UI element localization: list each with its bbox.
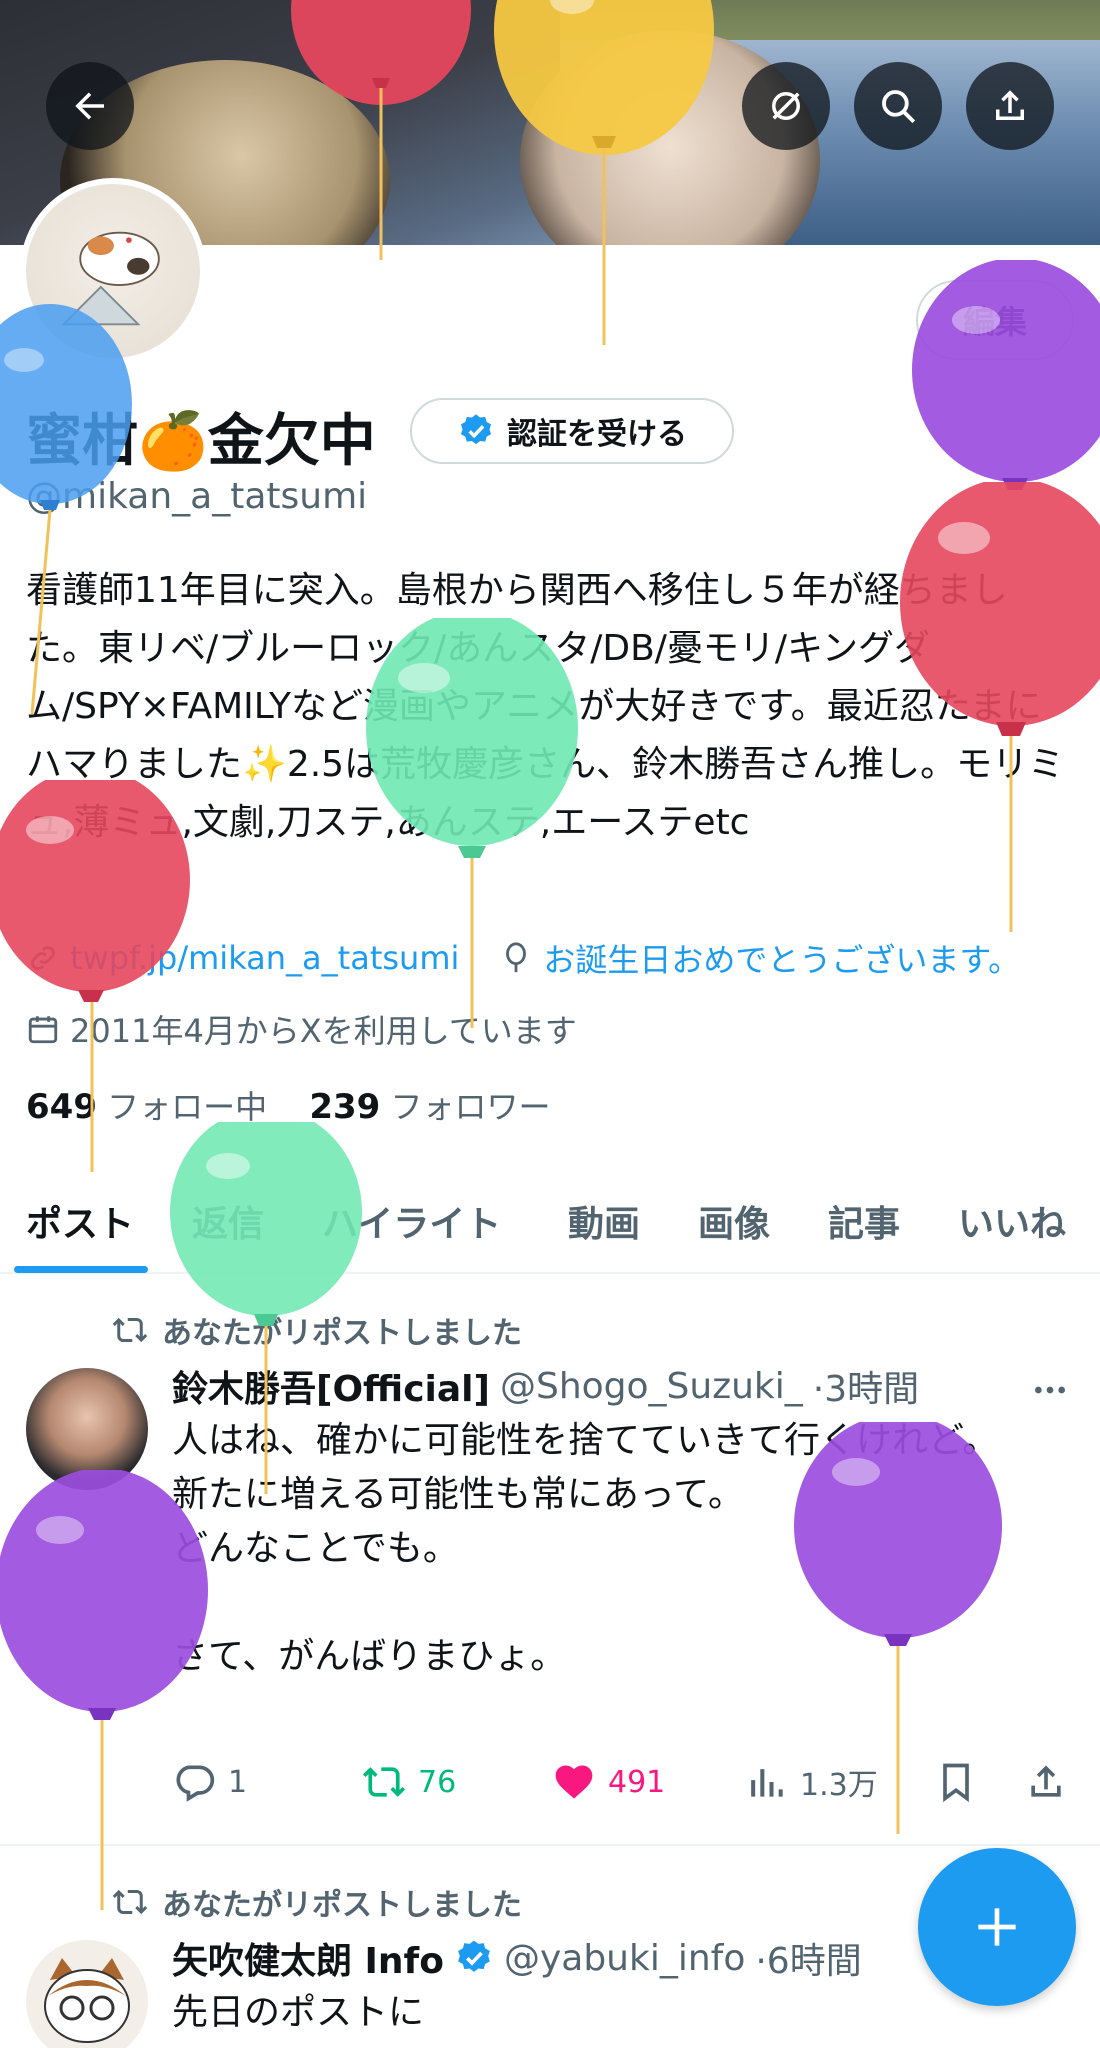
post-actions: 1 76 491 1.3万 — [172, 1752, 1076, 1812]
repost-icon — [362, 1767, 406, 1797]
profile-meta-links: twpf.jp/mikan_a_tatsumi お誕生日おめでとうございます。 — [26, 935, 1020, 981]
profile-handle: @mikan_a_tatsumi — [26, 476, 368, 517]
edit-profile-button[interactable]: 編集 — [916, 280, 1074, 360]
repost-label: あなたがリポストしました — [162, 1316, 522, 1351]
repost-icon — [112, 1317, 148, 1343]
cat-illustration-icon — [61, 231, 160, 326]
get-verified-label: 認証を受ける — [507, 417, 687, 452]
repost-indicator: あなたがリポストしました — [112, 1880, 522, 1924]
tab-videos[interactable]: 動画 — [568, 1169, 640, 1273]
joined-date: 2011年4月からXを利用しています — [70, 1012, 577, 1050]
share-post-button[interactable] — [1024, 1760, 1068, 1804]
like-count: 491 — [608, 1764, 666, 1800]
reply-icon — [176, 1765, 215, 1802]
profile-avatar[interactable] — [20, 178, 206, 364]
post-header: 矢吹健太朗 Info @yabuki_info ·6時間 — [172, 1932, 862, 1984]
compose-button[interactable] — [918, 1848, 1076, 2006]
profile-joined-row: 2011年4月からXを利用しています — [26, 1006, 577, 1052]
reply-button[interactable]: 1 — [172, 1760, 247, 1804]
post-header: 鈴木勝吾[Official] @Shogo_Suzuki_ ·3時間 — [172, 1360, 919, 1412]
profile-tabs: ポスト 返信 ハイライト 動画 画像 記事 いいね — [0, 1170, 1100, 1274]
more-icon — [1035, 1386, 1065, 1394]
post-avatar[interactable] — [26, 1940, 148, 2048]
views-icon — [751, 1769, 783, 1797]
share-icon — [1031, 1765, 1061, 1797]
following-link[interactable]: 649 フォロー中 — [26, 1087, 268, 1127]
cat-glasses-icon — [44, 1958, 130, 2043]
verified-badge-icon — [460, 414, 492, 445]
post-text: 先日のポストに — [172, 1992, 425, 2033]
post-divider — [0, 1844, 1100, 1846]
profile-bio: 看護師11年目に突入。島根から関西へ移住し５年が経ちました。東リベ/ブルーロック… — [26, 570, 1065, 843]
post-avatar[interactable] — [26, 1368, 148, 1490]
get-verified-button[interactable]: 認証を受ける — [410, 398, 734, 464]
back-button[interactable] — [46, 62, 134, 150]
post-time: ·6時間 — [755, 1941, 862, 1982]
post-text: 人はね、確かに可能性を捨てていきて行くけれど。 新たに増える可能性も常にあって。… — [172, 1420, 999, 1677]
repost-icon — [112, 1889, 148, 1915]
balloon-icon — [506, 942, 527, 973]
back-arrow-icon — [75, 92, 104, 120]
link-icon — [31, 946, 55, 970]
edit-photo-icon — [772, 92, 800, 120]
following-count: 649 — [26, 1087, 97, 1127]
followers-label: フォロワー — [390, 1088, 551, 1126]
following-label: フォロー中 — [107, 1088, 268, 1126]
post-handle[interactable]: @yabuki_info — [504, 1938, 745, 1979]
post-time: ·3時間 — [812, 1369, 920, 1410]
tab-articles[interactable]: 記事 — [828, 1169, 900, 1273]
repost-count: 76 — [418, 1764, 457, 1800]
post-author[interactable]: 矢吹健太朗 Info — [172, 1932, 444, 1984]
birthday-text[interactable]: お誕生日おめでとうございます。 — [543, 935, 1020, 981]
more-button[interactable] — [1030, 1370, 1070, 1414]
tab-images[interactable]: 画像 — [698, 1169, 770, 1273]
share-icon — [996, 90, 1024, 120]
tab-highlights[interactable]: ハイライト — [322, 1169, 501, 1273]
views-button[interactable]: 1.3万 — [744, 1760, 878, 1804]
repost-indicator: あなたがリポストしました — [112, 1308, 522, 1352]
post-handle[interactable]: @Shogo_Suzuki_ — [500, 1366, 803, 1407]
repost-label: あなたがリポストしました — [162, 1888, 522, 1923]
tab-posts[interactable]: ポスト — [13, 1169, 149, 1273]
calendar-icon — [28, 1016, 58, 1044]
search-icon — [882, 90, 916, 124]
compose-plus-icon — [978, 1908, 1016, 1946]
tab-likes[interactable]: いいね — [958, 1169, 1066, 1273]
followers-count: 239 — [309, 1087, 381, 1127]
bookmark-icon — [943, 1763, 969, 1803]
repost-button[interactable]: 76 — [362, 1760, 456, 1804]
views-count: 1.3万 — [800, 1768, 878, 1803]
profile-name: 蜜柑🍊金欠中 — [26, 409, 376, 474]
reply-count: 1 — [228, 1764, 248, 1800]
post-author[interactable]: 鈴木勝吾[Official] — [172, 1360, 490, 1412]
profile-website-link[interactable]: twpf.jp/mikan_a_tatsumi — [70, 939, 459, 977]
followers-link[interactable]: 239 フォロワー — [309, 1087, 551, 1127]
follow-stats: 649 フォロー中 239 フォロワー — [26, 1082, 551, 1128]
edit-photo-button[interactable] — [742, 62, 830, 150]
share-button[interactable] — [966, 62, 1054, 150]
like-icon — [555, 1765, 593, 1799]
bookmark-button[interactable] — [934, 1760, 978, 1804]
like-button[interactable]: 491 — [552, 1760, 665, 1804]
tab-replies[interactable]: 返信 — [192, 1169, 264, 1273]
search-button[interactable] — [854, 62, 942, 150]
verified-badge-icon — [458, 1940, 490, 1972]
